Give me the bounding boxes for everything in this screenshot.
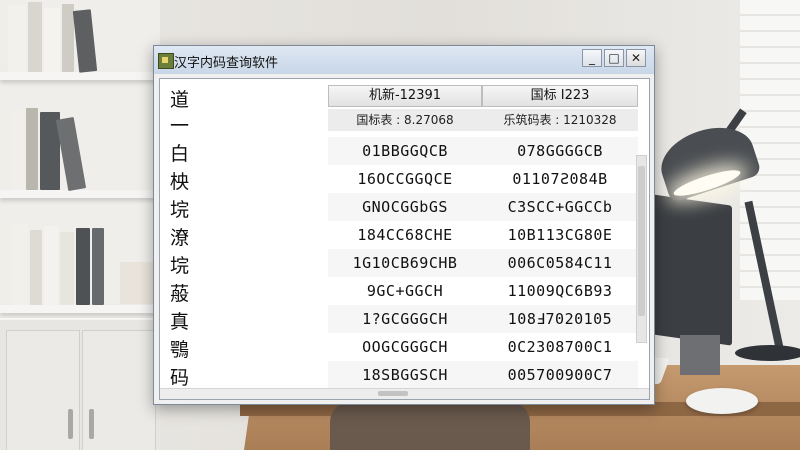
code-cell-2[interactable]: 0C2308700C1 xyxy=(482,333,638,361)
cabinet-handle xyxy=(89,409,94,439)
book xyxy=(8,5,26,72)
chair xyxy=(330,402,530,450)
code-cell-1[interactable]: 9GC+GGCH xyxy=(328,277,482,305)
book xyxy=(76,228,90,305)
book xyxy=(12,224,28,305)
mouse xyxy=(686,388,758,414)
row-char[interactable]: 真 xyxy=(170,307,320,335)
code-cell-2[interactable]: 11009QC6B93 xyxy=(482,277,638,305)
code-cell-2[interactable] xyxy=(482,109,638,137)
vertical-scrollbar[interactable] xyxy=(636,155,647,343)
book xyxy=(28,2,42,72)
monitor xyxy=(652,194,732,346)
code-cell-2[interactable]: 078GGGGCB xyxy=(482,137,638,165)
monitor-stand xyxy=(680,335,720,375)
row-char[interactable]: 一 xyxy=(170,111,320,139)
row-char[interactable]: 潦 xyxy=(170,223,320,251)
code-table: 道 机新-12391 国标 I223 国标表 : 8.27068 乐筑码表 : … xyxy=(159,78,650,400)
maximize-button[interactable]: □ xyxy=(604,49,624,67)
code-cell-2[interactable]: 005700900C7 xyxy=(482,361,638,389)
code-cell-1[interactable] xyxy=(328,109,482,137)
minimize-button[interactable]: _ xyxy=(582,49,602,67)
row-char[interactable]: 白 xyxy=(170,139,320,167)
shelf-board xyxy=(0,305,160,313)
book-stack xyxy=(120,262,154,304)
cabinet-handle xyxy=(68,409,73,439)
code-cell-1[interactable]: 1?GCGGGCH xyxy=(328,305,482,333)
horizontal-scrollbar[interactable] xyxy=(160,388,649,399)
code-cell-2[interactable]: 10B113CG80E xyxy=(482,221,638,249)
book xyxy=(44,226,58,305)
scroll-thumb[interactable] xyxy=(638,166,645,316)
code-cell-2[interactable]: 108Ⅎ7020105 xyxy=(482,305,638,333)
row-char[interactable]: 鶚 xyxy=(170,335,320,363)
book xyxy=(60,232,74,305)
column-header-1[interactable]: 机新-12391 xyxy=(328,85,482,107)
code-cell-2[interactable]: C3SCC+GGCCb xyxy=(482,193,638,221)
code-cell-1[interactable]: 01BBGGQCB xyxy=(328,137,482,165)
row-char[interactable]: 垸 xyxy=(170,251,320,279)
char-column-header: 道 xyxy=(170,89,190,111)
title-bar[interactable]: 汉字内码查询软件 _ □ ✕ xyxy=(154,46,654,74)
book xyxy=(55,116,87,192)
code-cell-1[interactable]: 16OCCGGQCE xyxy=(328,165,482,193)
book xyxy=(72,9,98,73)
code-cell-1[interactable]: GNOCGGbGS xyxy=(328,193,482,221)
cabinet xyxy=(0,318,160,450)
app-grid-icon xyxy=(158,53,174,69)
row-char[interactable]: 蒰 xyxy=(170,279,320,307)
close-button[interactable]: ✕ xyxy=(626,49,646,67)
scroll-thumb[interactable] xyxy=(378,391,408,396)
code-cell-1[interactable]: 1G10CB69CHB xyxy=(328,249,482,277)
shelf-board xyxy=(0,190,160,198)
cabinet-door xyxy=(82,330,156,450)
book xyxy=(30,230,42,305)
row-char[interactable]: 柍 xyxy=(170,167,320,195)
row-char[interactable]: 垸 xyxy=(170,195,320,223)
code-cell-2[interactable]: 01107Ƨ084B xyxy=(482,165,638,193)
column-header-2[interactable]: 国标 I223 xyxy=(482,85,638,107)
shelf-board xyxy=(0,72,160,80)
book xyxy=(10,110,26,190)
book xyxy=(92,228,104,305)
window-title: 汉字内码查询软件 xyxy=(174,56,279,71)
book xyxy=(44,8,60,72)
book xyxy=(26,108,38,190)
code-cell-1[interactable]: OOGCGGGCH xyxy=(328,333,482,361)
code-cell-1[interactable]: 184CC68CHE xyxy=(328,221,482,249)
app-window: 汉字内码查询软件 _ □ ✕ 道 机新-12391 国标 I223 国标表 : … xyxy=(153,45,655,405)
code-cell-1[interactable]: 18SBGGSCH xyxy=(328,361,482,389)
lamp-base xyxy=(735,345,800,361)
code-cell-2[interactable]: 006C0584C11 xyxy=(482,249,638,277)
cabinet-door xyxy=(6,330,80,450)
row-char[interactable]: 码 xyxy=(170,363,320,391)
